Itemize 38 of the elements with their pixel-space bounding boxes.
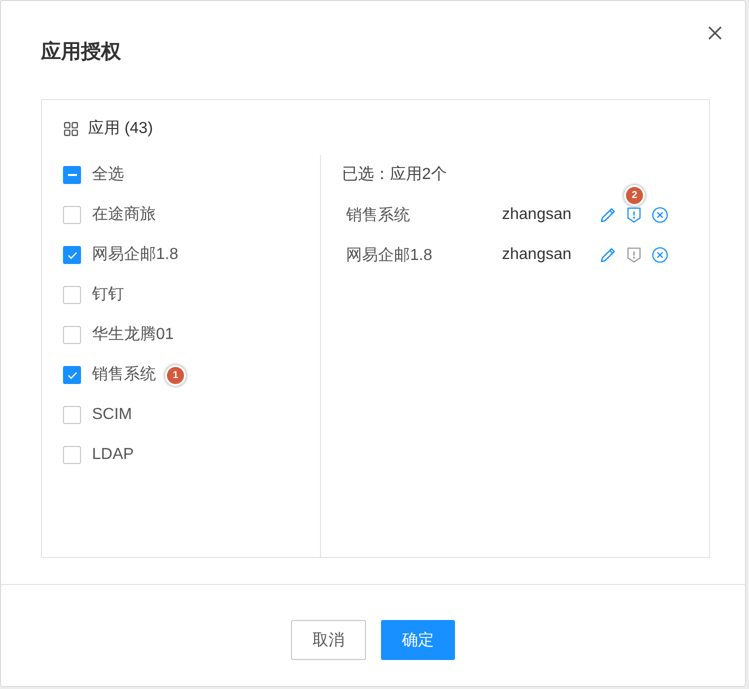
checkmark-icon: [66, 250, 78, 260]
checkbox-label: 销售系统: [92, 364, 156, 385]
checkbox[interactable]: [63, 406, 81, 424]
checkbox[interactable]: [63, 166, 81, 184]
checkbox[interactable]: [63, 246, 81, 264]
pencil-icon[interactable]: [600, 207, 616, 223]
selected-heading: 已选：应用2个: [342, 164, 447, 185]
checkbox-label: LDAP: [92, 445, 134, 465]
dialog-title: 应用授权: [41, 40, 121, 65]
checkbox[interactable]: [63, 446, 81, 464]
cancel-button[interactable]: 取消: [291, 620, 366, 660]
checkbox[interactable]: [63, 286, 81, 304]
checkbox-label: SCIM: [92, 405, 132, 425]
close-button[interactable]: [707, 25, 723, 41]
checkbox[interactable]: [63, 366, 81, 384]
shield-icon[interactable]: [627, 247, 641, 263]
checkbox-label: 网易企邮1.8: [92, 244, 178, 265]
shield-icon[interactable]: [627, 207, 641, 223]
checkbox[interactable]: [63, 206, 81, 224]
grid-icon: [64, 122, 78, 136]
close-icon: [708, 26, 722, 40]
annotation-badge: 1: [165, 364, 186, 386]
circle-cross-icon[interactable]: [652, 207, 668, 223]
checkbox-label: 全选: [92, 164, 124, 185]
annotation-badge: 2: [624, 185, 645, 206]
user-name: zhangsan: [502, 206, 572, 224]
app-name: 网易企邮1.8: [346, 246, 434, 266]
user-name: zhangsan: [502, 246, 572, 264]
circle-cross-icon[interactable]: [652, 247, 668, 263]
checkbox-label: 华生龙腾01: [92, 324, 174, 345]
pencil-icon[interactable]: [600, 247, 616, 263]
checkbox-label: 在途商旅: [92, 204, 156, 225]
checkbox-label: 钉钉: [92, 285, 124, 305]
minus-icon: [68, 174, 76, 176]
app-name: 销售系统: [346, 206, 411, 226]
checkbox[interactable]: [63, 326, 81, 344]
checkmark-icon: [66, 370, 78, 380]
panel-heading: 应用 (43): [88, 118, 153, 139]
